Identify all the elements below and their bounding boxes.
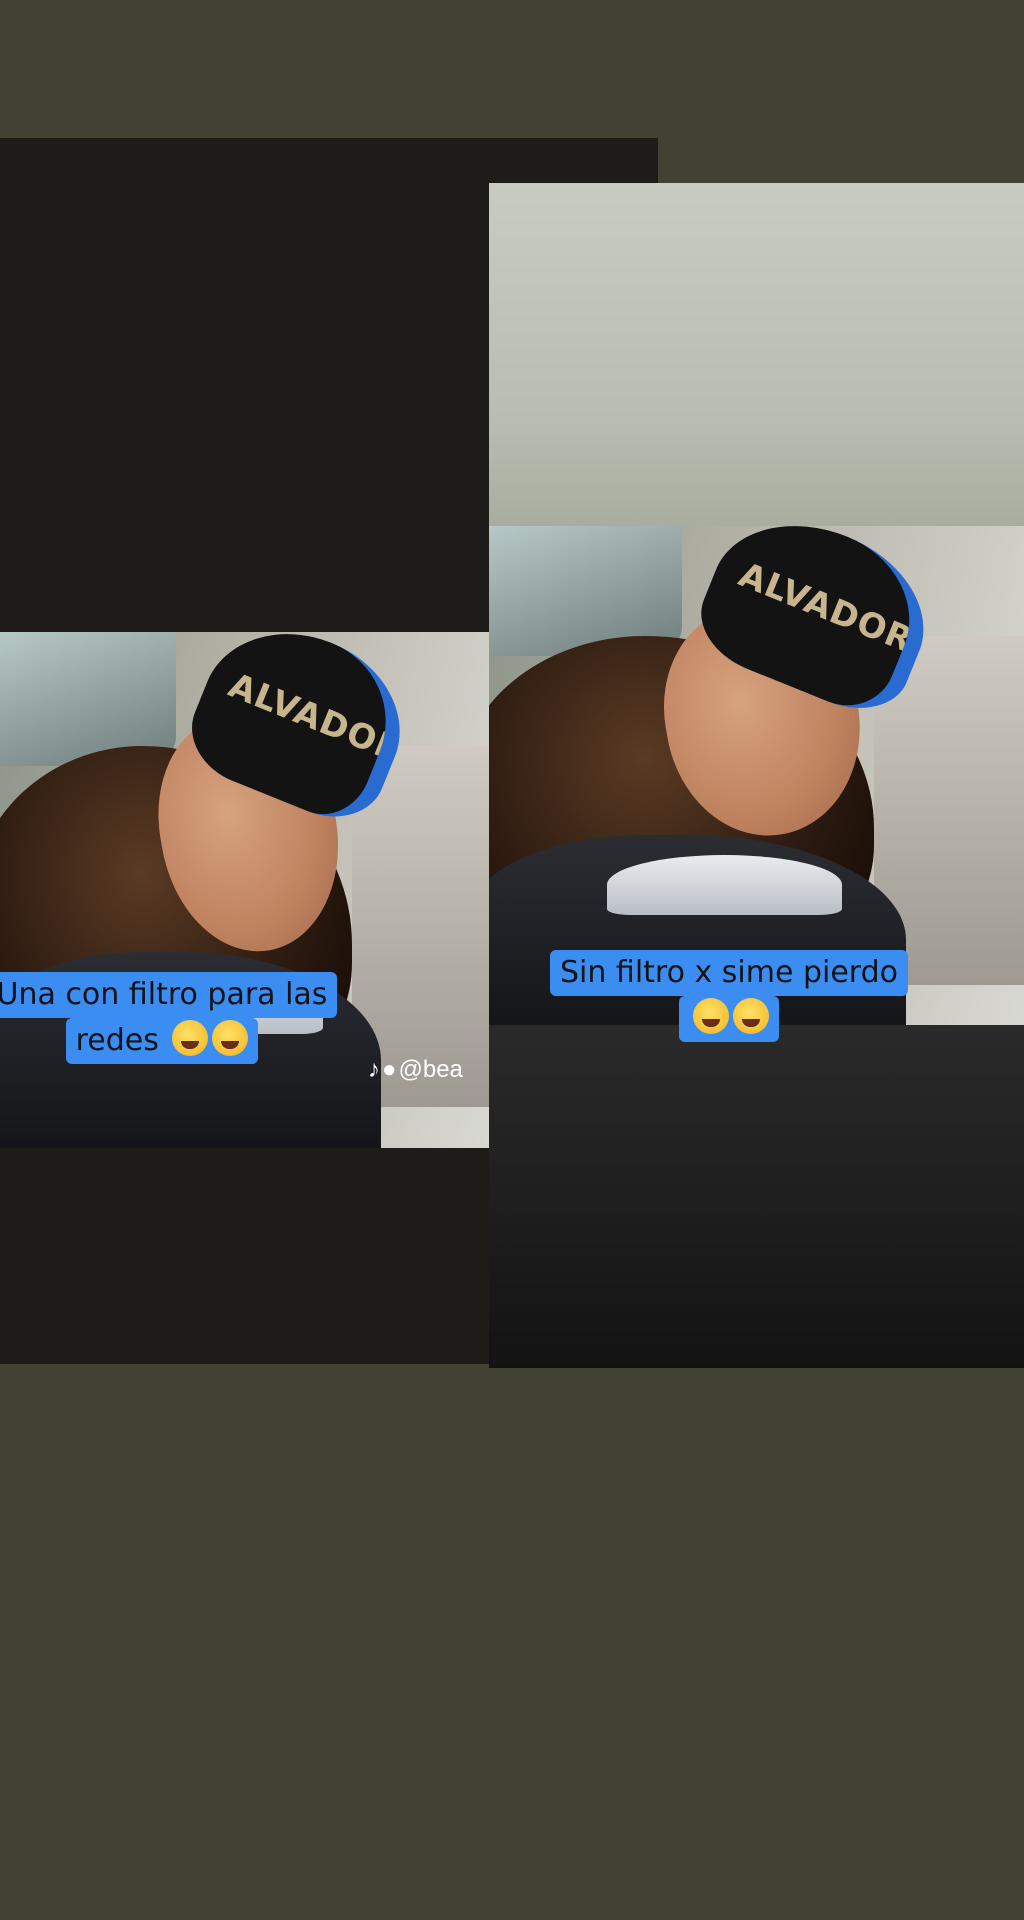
tiktok-icon: ♪ <box>368 1056 380 1083</box>
right-story-panel: ALVADOR <box>489 183 1024 1368</box>
person-icon: ● <box>382 1056 397 1083</box>
beanie-text: ALVADOR <box>733 555 920 662</box>
right-caption-line-1: Sin filtro x sime pierdo <box>550 950 908 996</box>
tiktok-watermark: ♪●@bea <box>368 1056 463 1084</box>
right-caption-line-2 <box>679 996 779 1042</box>
grinning-sweat-emoji <box>172 1020 209 1056</box>
blur-fill-bottom <box>489 1025 1024 1368</box>
watermark-handle: @bea <box>398 1056 463 1083</box>
left-caption-line-2: redes <box>65 1018 259 1064</box>
grinning-sweat-emoji <box>693 998 729 1034</box>
winking-tongue-emoji <box>212 1020 249 1056</box>
beanie-text: ALVADOR <box>223 665 409 772</box>
winking-tongue-emoji <box>733 998 769 1034</box>
right-caption: Sin filtro x sime pierdo <box>496 950 962 1042</box>
left-caption-line-2-text: redes <box>75 1023 159 1058</box>
jacket-collar <box>606 855 843 916</box>
left-caption-line-1: Una con filtro para las <box>0 972 338 1018</box>
left-caption: Una con filtro para las redes <box>0 972 338 1064</box>
blur-fill-top <box>489 183 1024 526</box>
